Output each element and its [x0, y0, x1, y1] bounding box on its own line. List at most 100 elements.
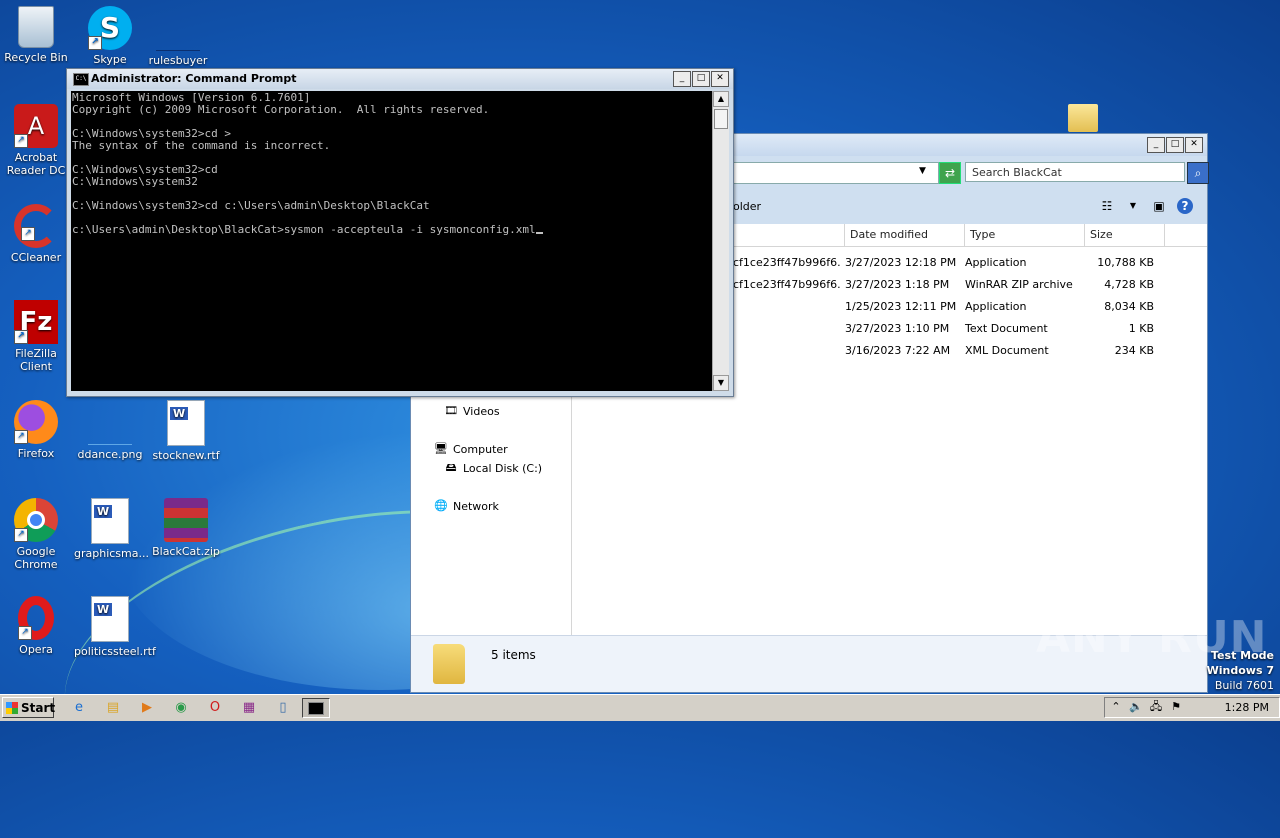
view-options-icon[interactable]: ☷: [1099, 198, 1115, 214]
desktop-icon-label: Google Chrome: [14, 545, 58, 571]
desktop-icon-label: CCleaner: [10, 251, 62, 264]
close-button[interactable]: ✕: [1185, 137, 1203, 153]
console-input-line[interactable]: c:\Users\admin\Desktop\BlackCat>sysmon -…: [72, 224, 712, 236]
maximize-button[interactable]: □: [692, 71, 710, 87]
nav-item-label: Computer: [453, 442, 508, 456]
start-label: Start: [21, 701, 56, 715]
file-size: 10,788 KB: [1097, 256, 1154, 269]
desktop-icon-filezilla[interactable]: Fz ↗ FileZilla Client: [0, 300, 72, 373]
preview-pane-icon[interactable]: ▣: [1151, 198, 1167, 214]
computer-icon: 🖥: [434, 442, 448, 455]
action-center-icon[interactable]: ⚑: [1169, 700, 1183, 714]
chrome-icon[interactable]: ◉: [170, 698, 192, 718]
console-line: c:\Users\admin\Desktop\BlackCat>sysmon -…: [72, 223, 536, 236]
column-header-size[interactable]: Size: [1085, 224, 1165, 246]
vertical-scrollbar[interactable]: ▲ ▼: [712, 91, 729, 391]
opera-icon: ↗: [18, 596, 54, 640]
drive-icon: 🖴: [445, 461, 457, 474]
desktop-folder-icon[interactable]: [1068, 104, 1098, 132]
image-file-icon: [88, 400, 132, 445]
column-header-name[interactable]: [733, 224, 845, 246]
file-icon: [156, 6, 200, 51]
cmd-taskbar-button[interactable]: [302, 698, 330, 718]
file-size: 234 KB: [1114, 344, 1154, 357]
shortcut-arrow-icon: ↗: [14, 134, 28, 148]
new-folder-button[interactable]: older: [733, 200, 761, 213]
desktop-icon-rulesbuyer[interactable]: rulesbuyer: [142, 6, 214, 67]
desktop-icon-skype[interactable]: S ↗ Skype: [74, 6, 146, 66]
desktop-icon-ccleaner[interactable]: ↗ CCleaner: [0, 204, 72, 264]
volume-icon[interactable]: 🔈: [1129, 700, 1143, 714]
system-tray: ⌃ 🔈 🖧 ⚑ 1:28 PM: [1104, 697, 1280, 718]
shortcut-arrow-icon: ↗: [14, 330, 28, 344]
shortcut-arrow-icon: ↗: [88, 36, 102, 50]
file-size: 8,034 KB: [1104, 300, 1154, 313]
clock[interactable]: 1:28 PM: [1225, 701, 1269, 714]
console-line: C:\Windows\system32>cd c:\Users\admin\De…: [72, 199, 430, 212]
shortcut-arrow-icon: ↗: [21, 227, 35, 241]
window-title: Administrator: Command Prompt: [91, 72, 297, 85]
desktop-icon-politicssteel[interactable]: W politicssteel.rtf: [74, 596, 156, 658]
help-icon[interactable]: ?: [1177, 198, 1193, 214]
scroll-up-icon[interactable]: ▲: [713, 91, 729, 107]
file-date: 3/27/2023 1:10 PM: [845, 322, 950, 335]
minimize-button[interactable]: _: [1147, 137, 1165, 153]
command-prompt-window[interactable]: C:\ Administrator: Command Prompt _ □ ✕ …: [66, 68, 734, 397]
desktop-icon-graphicsma[interactable]: W graphicsma...: [74, 498, 149, 560]
scroll-thumb[interactable]: [714, 109, 728, 129]
word-doc-icon: W: [167, 400, 205, 446]
chevron-down-icon[interactable]: ▼: [1125, 198, 1141, 214]
winrar-icon[interactable]: ▦: [238, 698, 260, 718]
taskbar: Start e ▤ ▶ ◉ O ▦ ▯ ⌃ 🔈 🖧 ⚑ 1:28 PM: [0, 694, 1280, 721]
file-type: Text Document: [965, 322, 1048, 335]
cmd-titlebar[interactable]: C:\ Administrator: Command Prompt _ □ ✕: [67, 69, 733, 89]
show-hidden-icons-icon[interactable]: ⌃: [1109, 700, 1123, 714]
file-list-header: Date modified Type Size: [733, 224, 1207, 247]
chrome-icon: ↗: [14, 498, 58, 542]
nav-item-label: Local Disk (C:): [463, 461, 543, 475]
desktop-icon-opera[interactable]: ↗ Opera: [0, 596, 72, 656]
nav-item-videos[interactable]: 🎞 Videos: [443, 404, 500, 418]
file-type: Application: [965, 300, 1027, 313]
column-header-type[interactable]: Type: [965, 224, 1085, 246]
search-icon[interactable]: ⌕: [1187, 162, 1209, 184]
shortcut-arrow-icon: ↗: [14, 528, 28, 542]
nav-item-network[interactable]: 🌐 Network: [433, 499, 499, 513]
network-tray-icon[interactable]: 🖧: [1149, 700, 1163, 714]
firefox-icon: ↗: [14, 400, 58, 444]
maximize-button[interactable]: □: [1166, 137, 1184, 153]
nav-item-local-disk[interactable]: 🖴 Local Disk (C:): [443, 461, 542, 475]
videos-icon: 🎞: [444, 404, 458, 417]
chevron-down-icon[interactable]: ▼: [919, 166, 926, 176]
file-name: cf1ce23ff47b996f6...: [733, 256, 840, 269]
test-mode-text: Test Mode: [1211, 649, 1274, 662]
explorer-icon[interactable]: ▤: [102, 698, 124, 718]
desktop-icon-firefox[interactable]: ↗ Firefox: [0, 400, 72, 460]
close-button[interactable]: ✕: [711, 71, 729, 87]
desktop-icon-ddance[interactable]: ddance.png: [74, 400, 146, 461]
nav-item-computer[interactable]: 🖥 Computer: [433, 442, 508, 456]
column-header-date[interactable]: Date modified: [845, 224, 965, 246]
desktop-icon-chrome[interactable]: ↗ Google Chrome: [0, 498, 72, 571]
ie-icon[interactable]: e: [68, 698, 90, 718]
desktop-icon-acrobat[interactable]: A ↗ Acrobat Reader DC: [0, 104, 72, 177]
text-cursor: [535, 232, 543, 234]
search-input[interactable]: Search BlackCat: [965, 162, 1185, 182]
desktop-icon-recycle-bin[interactable]: Recycle Bin: [0, 6, 72, 64]
console-output[interactable]: Microsoft Windows [Version 6.1.7601] Cop…: [71, 91, 712, 391]
desktop-icon-label: BlackCat.zip: [152, 545, 220, 558]
console-line: The syntax of the command is incorrect.: [72, 139, 331, 152]
refresh-button[interactable]: ⇄: [939, 162, 961, 184]
minimize-button[interactable]: _: [673, 71, 691, 87]
opera-icon[interactable]: O: [204, 698, 226, 718]
scroll-down-icon[interactable]: ▼: [713, 375, 729, 391]
notepad-icon[interactable]: ▯: [272, 698, 294, 718]
media-player-icon[interactable]: ▶: [136, 698, 158, 718]
desktop-icon-label: ddance.png: [77, 448, 143, 461]
desktop-icon-stocknew[interactable]: W stocknew.rtf: [150, 400, 222, 462]
file-size: 4,728 KB: [1104, 278, 1154, 291]
start-button[interactable]: Start: [2, 697, 56, 718]
desktop-icon-blackcat-zip[interactable]: BlackCat.zip: [150, 498, 222, 558]
file-date: 1/25/2023 12:11 PM: [845, 300, 957, 313]
file-type: XML Document: [965, 344, 1049, 357]
